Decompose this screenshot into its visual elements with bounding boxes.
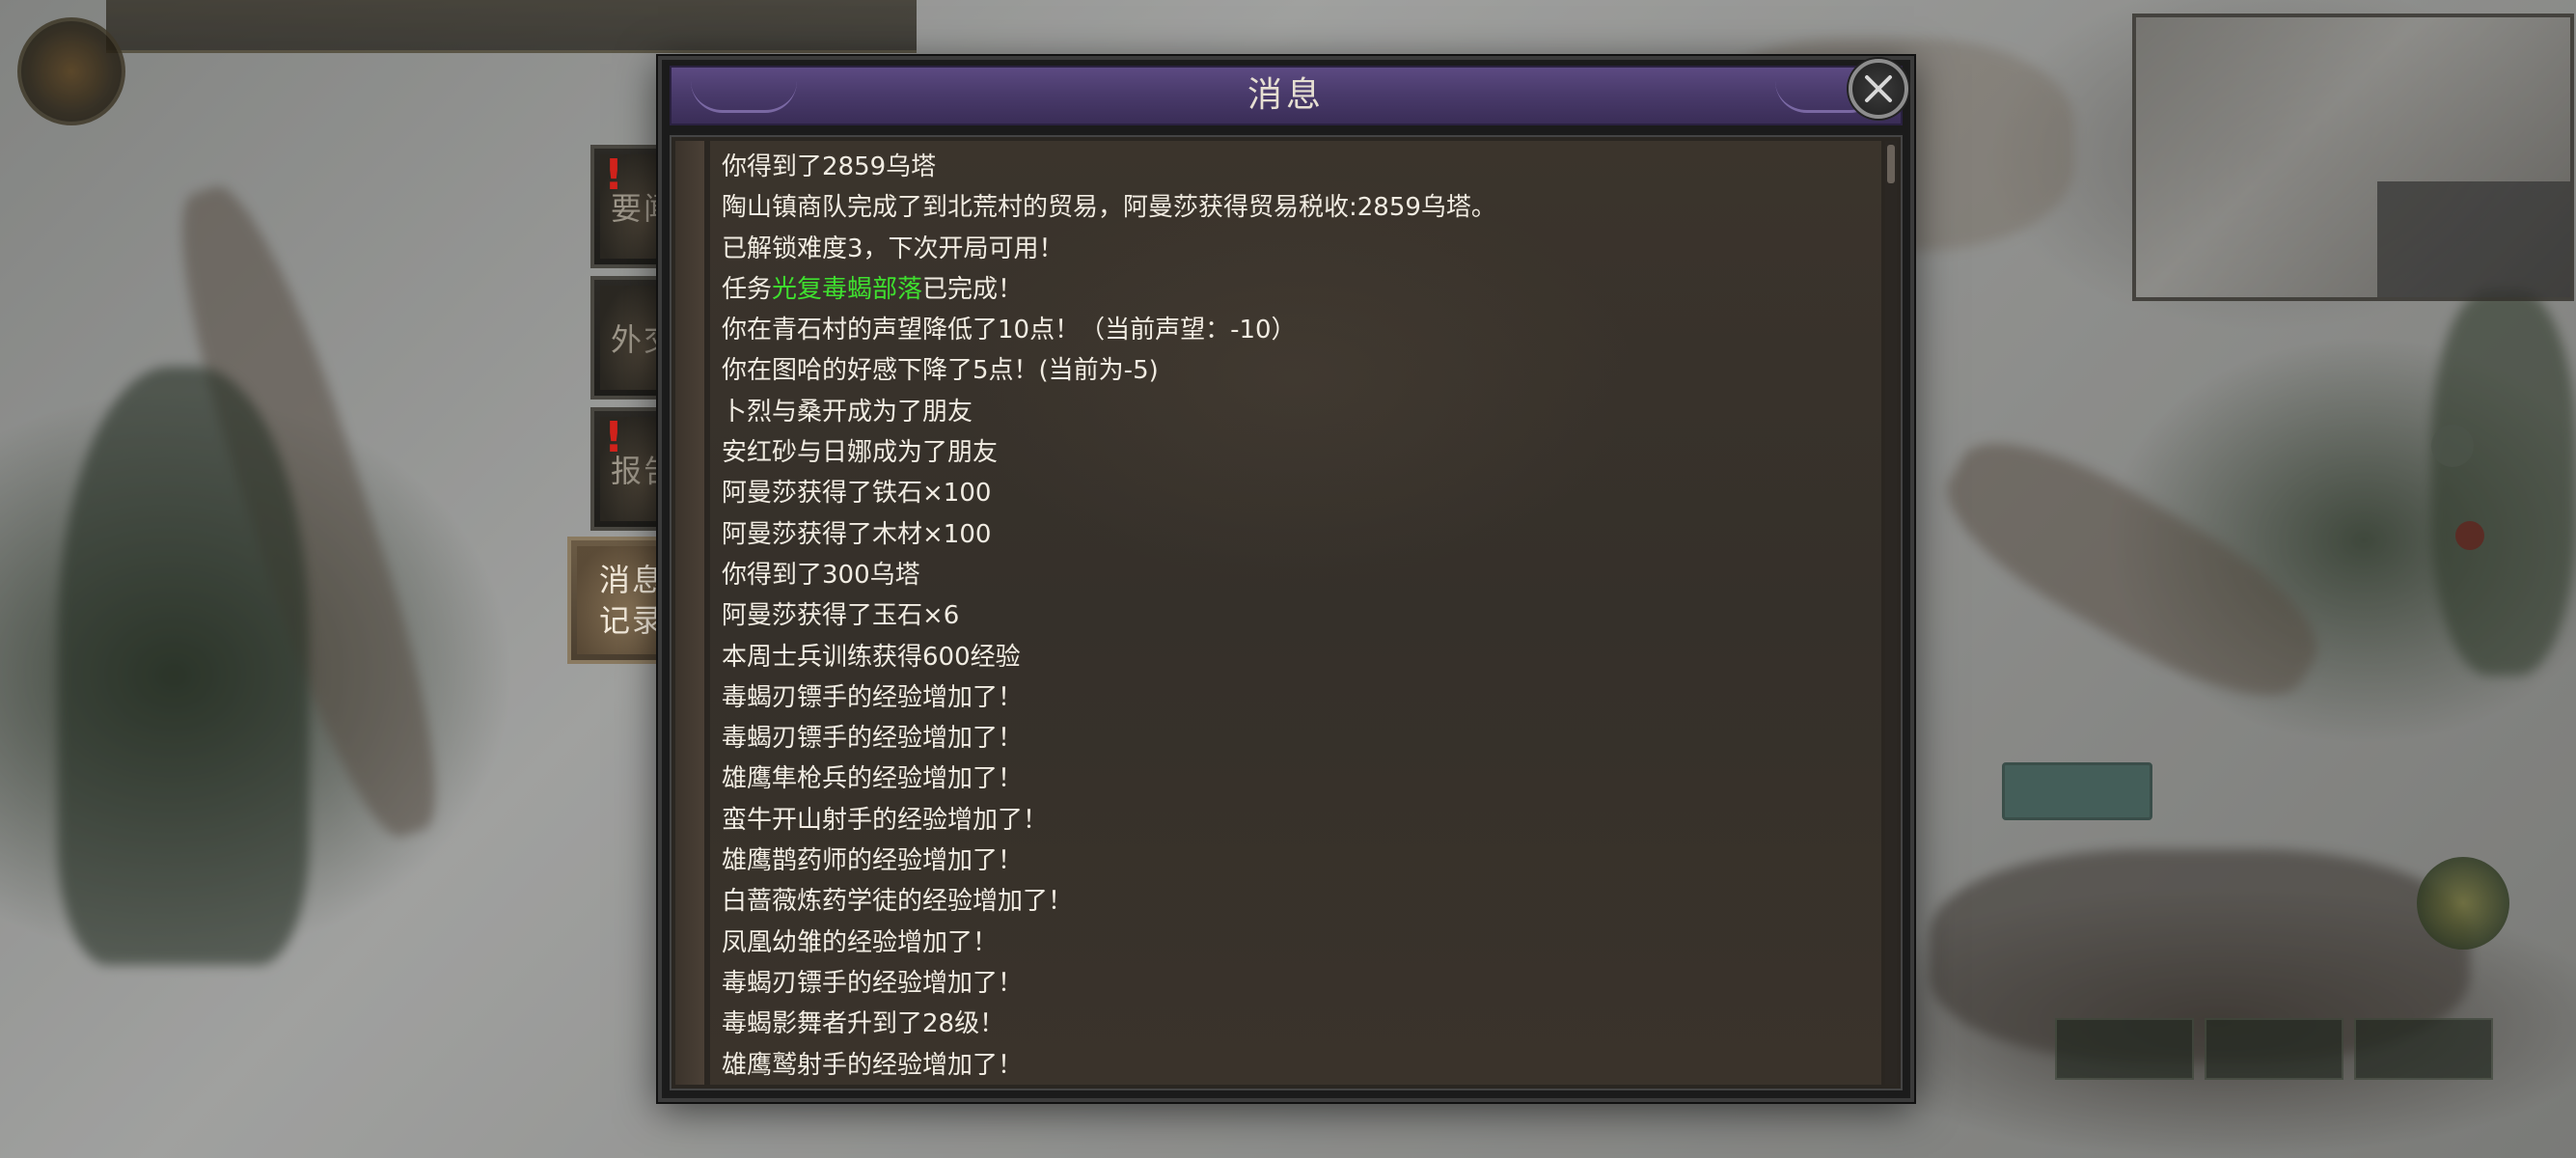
list-item: 蛮牛开山射手的经验增加了！ [722,805,1049,835]
message-list[interactable]: 你得到了2859乌塔 陶山镇商队完成了到北荒村的贸易，阿曼莎获得贸易税收:285… [710,141,1881,1085]
list-item: 雄鹰鹊药师的经验增加了！ [722,846,1024,876]
list-item: 卜烈与桑开成为了朋友 [722,397,973,427]
list-item: 毒蝎刃镖手的经验增加了！ [722,724,1024,754]
list-item: 雄鹰鹫射手的经验增加了！ [722,1050,1024,1080]
list-item: 你在图哈的好感下降了5点！(当前为-5) [722,356,1159,386]
list-item: 本周士兵训练获得600经验 [722,642,1021,672]
message-window: 消息 你得到了2859乌塔 陶山镇商队完成了到北荒村的贸易，阿曼莎获得贸易税收:… [658,56,1914,1102]
list-item: 安红砂与日娜成为了朋友 [722,438,999,468]
list-item: 毒蝎影舞者升到了28级！ [722,1009,1005,1039]
panel-edge [675,141,704,1085]
title-bar: 消息 [670,66,1903,125]
list-item: 白蔷薇炼药学徒的经验增加了！ [722,887,1074,917]
list-item: 凤凰幼雏的经验增加了！ [722,927,999,957]
tab-message-log-label-line1: 消息 [598,562,665,598]
close-icon [1865,75,1892,102]
list-item: 阿曼莎获得了木材×100 [722,519,992,549]
list-item: 阿曼莎获得了铁石×100 [722,479,992,509]
quest-name-highlight: 光复毒蝎部落 [772,274,923,304]
message-prefix: 任务 [722,274,773,304]
list-item: 毒蝎刃镖手的经验增加了！ [722,682,1024,712]
list-item: 阿曼莎获得了玉石×6 [722,601,960,631]
list-item: 毒蝎刃镖手的经验增加了！ [722,968,1024,998]
message-panel: 你得到了2859乌塔 陶山镇商队完成了到北荒村的贸易，阿曼莎获得贸易税收:285… [670,135,1903,1090]
scrollbar-thumb[interactable] [1887,145,1895,183]
scrollbar[interactable] [1885,141,1897,1085]
alert-icon: ! [604,151,624,200]
tab-message-log-label-line2: 记录 [598,602,665,639]
list-item: 你得到了300乌塔 [722,560,920,590]
list-item: 陶山镇商队完成了到北荒村的贸易，阿曼莎获得贸易税收:2859乌塔。 [722,193,1496,223]
alert-icon: ! [604,413,624,462]
message-suffix: 已完成！ [922,274,1024,304]
window-title: 消息 [1247,75,1325,115]
list-item: 任务光复毒蝎部落已完成！ [722,269,1881,310]
list-item: 你在青石村的声望降低了10点！（当前声望：-10） [722,316,1297,345]
close-button[interactable] [1849,59,1908,119]
list-item: 你得到了2859乌塔 [722,152,937,181]
list-item: 已解锁难度3，下次开局可用！ [722,234,1064,263]
list-item: 雄鹰隼枪兵的经验增加了！ [722,764,1024,794]
